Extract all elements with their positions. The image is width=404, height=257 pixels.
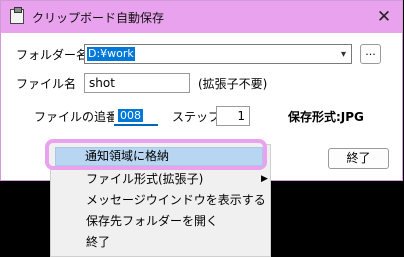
menu-item-label: 通知領域に格納	[85, 149, 170, 163]
submenu-arrow-icon: ▶	[261, 174, 268, 184]
menu-item-show-message[interactable]: メッセージウインドウを表示する	[86, 190, 266, 210]
clipboard-icon	[10, 7, 24, 24]
sequence-label: ファイルの追番	[34, 110, 119, 124]
folder-value: D:¥work	[87, 47, 135, 61]
step-label: ステップ	[172, 110, 221, 124]
step-field[interactable]: 1	[216, 106, 250, 126]
extension-note: (拡張子不要)	[198, 77, 268, 91]
menu-item-open-folder[interactable]: 保存先フォルダーを開く	[86, 211, 218, 231]
menu-item-exit[interactable]: 終了	[86, 232, 110, 252]
folder-label: フォルダー名	[16, 48, 89, 62]
browse-button[interactable]: ...	[360, 44, 381, 64]
menu-item-file-format[interactable]: ファイル形式(拡張子)	[86, 169, 203, 189]
highlight-outline: 通知領域に格納	[45, 139, 267, 170]
sequence-field[interactable]: 008	[114, 106, 158, 126]
filename-label: ファイル名	[16, 77, 77, 91]
chevron-down-icon[interactable]: ▾	[341, 49, 346, 60]
exit-button[interactable]: 終了	[328, 148, 389, 169]
format-label: 保存形式:JPG	[288, 110, 364, 124]
title-bar[interactable]: クリップボード自動保存 ✕	[1, 1, 402, 33]
sequence-value: 008	[118, 109, 143, 122]
close-button[interactable]: ✕	[372, 6, 396, 28]
filename-field[interactable]: shot	[84, 73, 190, 93]
window-title: クリップボード自動保存	[32, 11, 165, 25]
menu-item-minimize-to-tray[interactable]: 通知領域に格納	[55, 147, 263, 166]
folder-combobox[interactable]: D:¥work ▾	[84, 44, 352, 64]
